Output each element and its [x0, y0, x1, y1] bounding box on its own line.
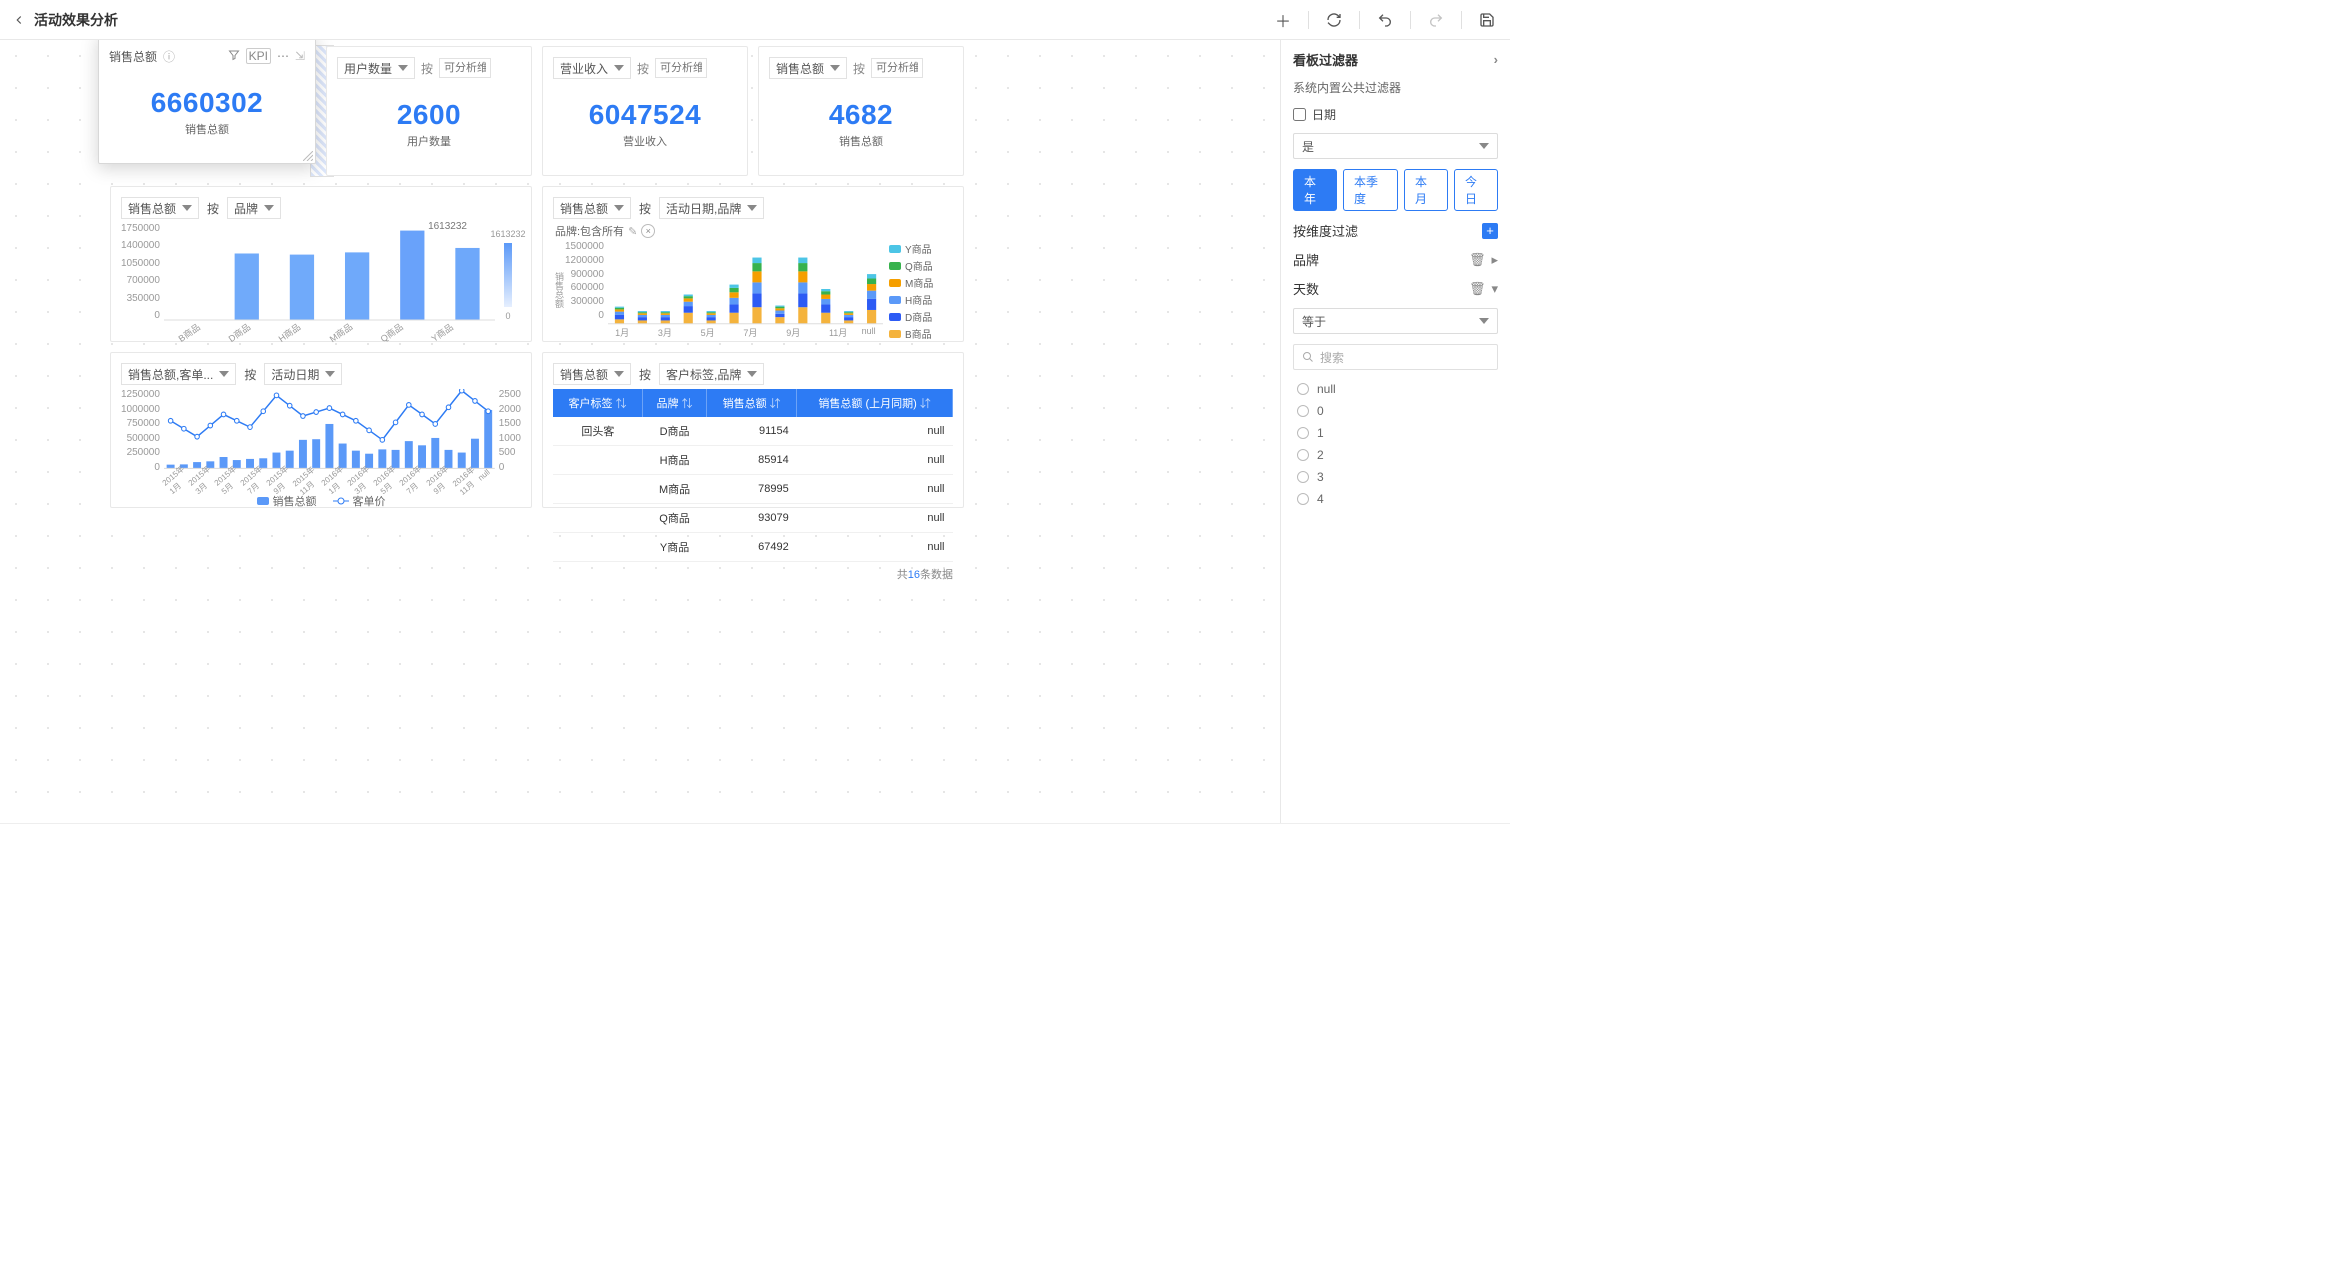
date-segments: 本年 本季度 本月 今日	[1293, 169, 1498, 211]
y-right: 25002000150010005000	[495, 389, 521, 491]
kpi-card-sales-2[interactable]: 销售总额 按 4682 销售总额	[758, 46, 964, 176]
chart-sales-by-brand[interactable]: 销售总额 按 品牌 175000014000001050000700000350…	[110, 186, 532, 342]
filter-option[interactable]: 4	[1297, 492, 1494, 506]
refresh-icon[interactable]	[1323, 9, 1345, 31]
operator-select[interactable]: 是	[1293, 133, 1498, 159]
kpi-card-revenue[interactable]: 营业收入 按 6047524 营业收入	[542, 46, 748, 176]
redo-icon[interactable]	[1425, 9, 1447, 31]
filter-option[interactable]: null	[1297, 382, 1494, 396]
legend: Y商品Q商品M商品H商品D商品B商品	[883, 241, 953, 339]
col-sales-prev[interactable]: 销售总额 (上月同期) ⇵	[797, 389, 953, 417]
save-icon[interactable]	[1476, 9, 1498, 31]
metric-select[interactable]: 营业收入	[553, 57, 631, 79]
dashboard-canvas[interactable]: 销售总额 ⓘ KPI ⋯ ⇲	[0, 40, 1280, 823]
col-sales[interactable]: 销售总额 ⇵	[706, 389, 796, 417]
table-row[interactable]: H商品85914null	[553, 446, 953, 475]
chevron-down-icon[interactable]: ▾	[1491, 281, 1498, 297]
funnel-icon[interactable]	[228, 49, 240, 64]
dimension-input[interactable]	[439, 58, 491, 78]
kpi-sublabel: 用户数量	[407, 133, 451, 149]
metric-select[interactable]: 用户数量	[337, 57, 415, 79]
search-input[interactable]: 搜索	[1293, 344, 1498, 370]
undo-icon[interactable]	[1374, 9, 1396, 31]
table-sales-by-tag-brand[interactable]: 销售总额 按 客户标签,品牌 客户标签 ⇅ 品牌 ⇅ 销售总额 ⇵ 销售总额 (…	[542, 352, 964, 508]
seg-today[interactable]: 今日	[1454, 169, 1498, 211]
seg-month[interactable]: 本月	[1404, 169, 1448, 211]
filter-option[interactable]: 3	[1297, 470, 1494, 484]
kpi-card-sales-total[interactable]: 销售总额 ⓘ KPI ⋯ ⇲	[98, 40, 316, 164]
table-footer: 共16条数据	[553, 562, 953, 582]
table-row[interactable]: M商品78995null	[553, 475, 953, 504]
bar-chart: 1613232 B商品D商品H商品M商品Q商品Y商品	[164, 223, 495, 339]
add-icon[interactable]: ＋	[1272, 9, 1294, 31]
kpi-sublabel: 销售总额	[839, 133, 883, 149]
resize-handle[interactable]	[303, 151, 313, 161]
dimension-select[interactable]: 品牌	[227, 197, 281, 219]
seg-this-year[interactable]: 本年	[1293, 169, 1337, 211]
delete-icon[interactable]: 🗑	[1469, 252, 1486, 268]
metric-label: 销售总额	[109, 48, 157, 65]
panel-subtitle: 系统内置公共过滤器	[1293, 79, 1498, 96]
kpi-card-users[interactable]: 用户数量 按 2600 用户数量	[326, 46, 532, 176]
more-icon[interactable]: ⋯	[277, 49, 289, 63]
drag-icon[interactable]: ⇲	[295, 49, 305, 63]
filter-panel: 看板过滤器 › 系统内置公共过滤器 日期 是 本年 本季度 本月 今日 按维度过…	[1280, 40, 1510, 823]
gradient-legend	[504, 243, 512, 307]
metric-select[interactable]: 销售总额	[121, 197, 199, 219]
topbar: 活动效果分析 ＋	[0, 0, 1510, 40]
delete-icon[interactable]: 🗑	[1469, 281, 1486, 297]
filter-option[interactable]: 2	[1297, 448, 1494, 462]
page-title: 活动效果分析	[34, 10, 118, 30]
y-axis: 1750000140000010500007000003500000	[121, 223, 164, 339]
kpi-value: 4682	[829, 99, 893, 131]
stacked-bar-chart: 1月3月5月7月9月11月null	[608, 241, 883, 339]
kpi-value: 6660302	[151, 87, 264, 119]
dimension-input[interactable]	[655, 58, 707, 78]
kpi-badge[interactable]: KPI	[246, 48, 271, 64]
y-left: 125000010000007500005000002500000	[121, 389, 164, 491]
table-row[interactable]: Q商品93079null	[553, 504, 953, 533]
info-icon[interactable]: ⓘ	[163, 48, 175, 65]
kpi-value: 6047524	[589, 99, 702, 131]
edit-icon[interactable]: ✎	[628, 225, 637, 238]
option-list: null 0 1 2 3 4	[1293, 380, 1498, 508]
compare-select[interactable]: 等于	[1293, 308, 1498, 334]
metric-select[interactable]: 销售总额,客单...	[121, 363, 236, 385]
chevron-right-icon[interactable]: ▸	[1491, 252, 1498, 268]
add-dimension-icon[interactable]: +	[1482, 223, 1498, 239]
chart-sales-by-date-brand[interactable]: 销售总额 按 活动日期,品牌 品牌:包含所有 ✎ × 销售总额 15000001…	[542, 186, 964, 342]
kpi-value: 2600	[397, 99, 461, 131]
filter-chip[interactable]: 品牌:包含所有 ✎ ×	[555, 223, 953, 239]
filter-option[interactable]: 1	[1297, 426, 1494, 440]
col-brand[interactable]: 品牌 ⇅	[643, 389, 707, 417]
dimension-select[interactable]: 活动日期,品牌	[659, 197, 764, 219]
col-tag[interactable]: 客户标签 ⇅	[553, 389, 643, 417]
dimension-input[interactable]	[871, 58, 923, 78]
chevron-right-icon[interactable]: ›	[1494, 52, 1498, 67]
filter-option[interactable]: 0	[1297, 404, 1494, 418]
data-table: 客户标签 ⇅ 品牌 ⇅ 销售总额 ⇵ 销售总额 (上月同期) ⇵ 回头客D商品9…	[553, 389, 953, 562]
metric-select[interactable]: 销售总额	[553, 363, 631, 385]
kpi-sublabel: 营业收入	[623, 133, 667, 149]
back-icon[interactable]	[12, 13, 26, 27]
date-checkbox[interactable]: 日期	[1293, 106, 1498, 123]
chart-sales-unitprice[interactable]: 销售总额,客单... 按 活动日期 1250000100000075000050…	[110, 352, 532, 508]
remove-filter-icon[interactable]: ×	[641, 224, 655, 238]
metric-select[interactable]: 销售总额	[553, 197, 631, 219]
metric-select[interactable]: 销售总额	[769, 57, 847, 79]
panel-title: 看板过滤器	[1293, 50, 1358, 69]
dimension-select[interactable]: 活动日期	[264, 363, 342, 385]
table-row[interactable]: Y商品67492null	[553, 533, 953, 562]
combo-chart: 2015年1月2015年3月2015年5月2015年7月2015年9月2015年…	[164, 389, 495, 491]
table-row[interactable]: 回头客D商品91154null	[553, 417, 953, 446]
kpi-sublabel: 销售总额	[185, 121, 229, 137]
seg-quarter[interactable]: 本季度	[1343, 169, 1398, 211]
chart-legend: 销售总额 客单价	[121, 493, 521, 509]
y-axis: 150000012000009000006000003000000	[565, 241, 608, 339]
dimension-select[interactable]: 客户标签,品牌	[659, 363, 764, 385]
